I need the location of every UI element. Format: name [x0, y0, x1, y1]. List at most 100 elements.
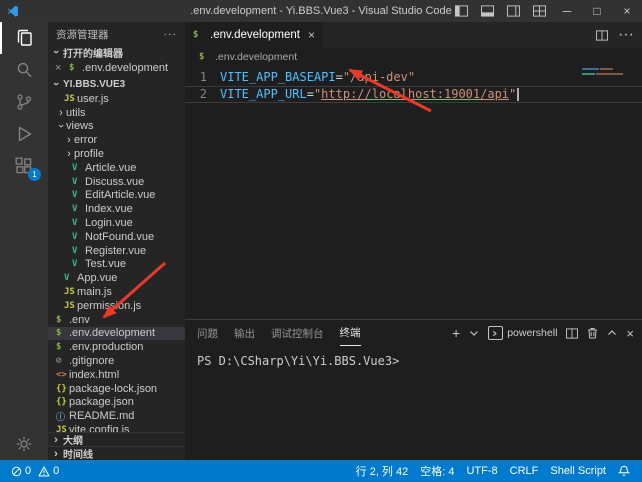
editor-more-actions-icon[interactable]: ··· [618, 26, 634, 44]
minimap[interactable] [582, 68, 634, 78]
split-editor-icon[interactable] [596, 30, 608, 41]
search-icon[interactable] [0, 54, 48, 86]
maximize-button[interactable]: □ [582, 0, 612, 22]
tree-file-NotFound.vue[interactable]: VNotFound.vue [48, 230, 185, 244]
status-encoding[interactable]: UTF-8 [460, 465, 503, 477]
tree-file-Article.vue[interactable]: VArticle.vue [48, 161, 185, 175]
tree-folder-error[interactable]: ›error [48, 133, 185, 147]
status-eol[interactable]: CRLF [504, 465, 545, 477]
status-indentation[interactable]: 空格: 4 [414, 463, 460, 479]
file-name: .env [69, 314, 90, 326]
tree-file-Login.vue[interactable]: VLogin.vue [48, 216, 185, 230]
settings-gear-icon[interactable] [0, 428, 48, 460]
tree-folder-views[interactable]: ›views [48, 120, 185, 134]
toggle-panel-icon[interactable] [474, 0, 500, 22]
tree-file-App.vue[interactable]: VApp.vue [48, 271, 185, 285]
shell-icon: $ [56, 342, 69, 352]
open-editors-header[interactable]: › 打开的编辑器 [48, 44, 185, 60]
tree-file-Index.vue[interactable]: VIndex.vue [48, 202, 185, 216]
tree-file-.env.development[interactable]: $.env.development [48, 327, 185, 341]
sidebar-title: 资源管理器 [56, 27, 109, 42]
terminal-output[interactable]: PS D:\CSharp\Yi\Yi.BBS.Vue3> [185, 346, 642, 460]
chevron-down-icon: › [50, 47, 62, 57]
terminal-profile[interactable]: powershell [488, 326, 557, 340]
vue-icon: V [72, 204, 85, 214]
file-name: Register.vue [85, 245, 146, 257]
maximize-panel-icon[interactable] [607, 329, 617, 337]
code-line-1[interactable]: 1VITE_APP_BASEAPI="/api-dev" [185, 69, 642, 86]
panel-tab-终端[interactable]: 终端 [340, 320, 361, 346]
tree-file-EditArticle.vue[interactable]: VEditArticle.vue [48, 189, 185, 203]
notifications-bell-icon[interactable] [612, 465, 636, 477]
close-panel-icon[interactable]: × [626, 326, 634, 341]
tree-file-main.js[interactable]: JSmain.js [48, 285, 185, 299]
run-debug-icon[interactable] [0, 118, 48, 150]
file-name: error [74, 134, 97, 146]
activity-bar: 1 [0, 22, 48, 460]
tree-folder-profile[interactable]: ›profile [48, 147, 185, 161]
tree-file-user.js[interactable]: JSuser.js [48, 92, 185, 106]
more-actions-icon[interactable]: ··· [164, 28, 178, 40]
problems-status[interactable]: 0 0 [8, 465, 62, 477]
project-root-header[interactable]: › YI.BBS.VUE3 [48, 76, 185, 92]
terminal-prompt: PS D:\CSharp\Yi\Yi.BBS.Vue3> [197, 354, 399, 368]
split-terminal-icon[interactable] [566, 328, 578, 339]
shell-icon: $ [56, 315, 69, 325]
text-cursor [517, 88, 519, 101]
open-editor-item[interactable]: × $ .env.development [48, 60, 185, 76]
close-button[interactable]: × [612, 0, 642, 22]
chevron-down-icon: › [50, 79, 62, 89]
code-token: "/api-dev" [343, 70, 415, 84]
tree-file-package.json[interactable]: {}package.json [48, 396, 185, 410]
explorer-icon[interactable] [0, 22, 48, 54]
chevron-down-icon[interactable] [469, 329, 479, 337]
toggle-secondary-sidebar-icon[interactable] [500, 0, 526, 22]
file-name: index.html [69, 369, 119, 381]
customize-layout-icon[interactable] [526, 0, 552, 22]
vue-icon: V [72, 246, 85, 256]
tree-file-index.html[interactable]: <>index.html [48, 368, 185, 382]
tree-file-package-lock.json[interactable]: {}package-lock.json [48, 382, 185, 396]
bottom-panel: 问题输出调试控制台终端 + powershell [185, 319, 642, 460]
code-editor[interactable]: 1VITE_APP_BASEAPI="/api-dev"2VITE_APP_UR… [185, 66, 642, 319]
chevron-right-icon: › [56, 107, 66, 119]
kill-terminal-trash-icon[interactable] [587, 327, 598, 339]
line-number: 1 [185, 69, 207, 86]
breadcrumb[interactable]: $ .env.development [185, 48, 642, 66]
tree-file-.gitignore[interactable]: ⊘.gitignore [48, 354, 185, 368]
outline-section[interactable]: › 大纲 [48, 432, 185, 446]
file-name: main.js [77, 286, 112, 298]
tree-file-Test.vue[interactable]: VTest.vue [48, 258, 185, 272]
tree-file-Discuss.vue[interactable]: VDiscuss.vue [48, 175, 185, 189]
panel-tab-问题[interactable]: 问题 [197, 320, 218, 346]
html-icon: <> [56, 370, 69, 380]
file-name: .env.production [69, 341, 143, 353]
tree-folder-utils[interactable]: ›utils [48, 106, 185, 120]
extensions-icon[interactable]: 1 [0, 150, 48, 182]
status-language-mode[interactable]: Shell Script [544, 465, 612, 477]
js-icon: JS [64, 287, 77, 297]
panel-tab-调试控制台[interactable]: 调试控制台 [271, 320, 324, 346]
new-terminal-icon[interactable]: + [452, 325, 460, 341]
timeline-section[interactable]: › 时间线 [48, 446, 185, 460]
panel-tab-输出[interactable]: 输出 [234, 320, 255, 346]
tab-close-icon[interactable]: × [308, 28, 315, 42]
js-icon: JS [56, 425, 69, 432]
file-name: Test.vue [85, 258, 126, 270]
tree-file-.env[interactable]: $.env [48, 313, 185, 327]
status-cursor-position[interactable]: 行 2, 列 42 [350, 463, 415, 479]
tab-env-development[interactable]: $ .env.development × [185, 22, 323, 48]
source-control-icon[interactable] [0, 86, 48, 118]
code-line-2[interactable]: 2VITE_APP_URL="http://localhost:19001/ap… [185, 86, 642, 103]
close-icon[interactable]: × [55, 62, 69, 74]
tree-file-vite.config.js[interactable]: JSvite.config.js [48, 423, 185, 432]
file-name: utils [66, 107, 86, 119]
tree-file-Register.vue[interactable]: VRegister.vue [48, 244, 185, 258]
minimize-button[interactable]: ─ [552, 0, 582, 22]
file-name: Article.vue [85, 162, 136, 174]
tree-file-.env.production[interactable]: $.env.production [48, 340, 185, 354]
tree-file-README.md[interactable]: ⓘREADME.md [48, 409, 185, 423]
tree-file-permission.js[interactable]: JSpermission.js [48, 299, 185, 313]
toggle-sidebar-icon[interactable] [448, 0, 474, 22]
code-token: = [336, 70, 343, 84]
